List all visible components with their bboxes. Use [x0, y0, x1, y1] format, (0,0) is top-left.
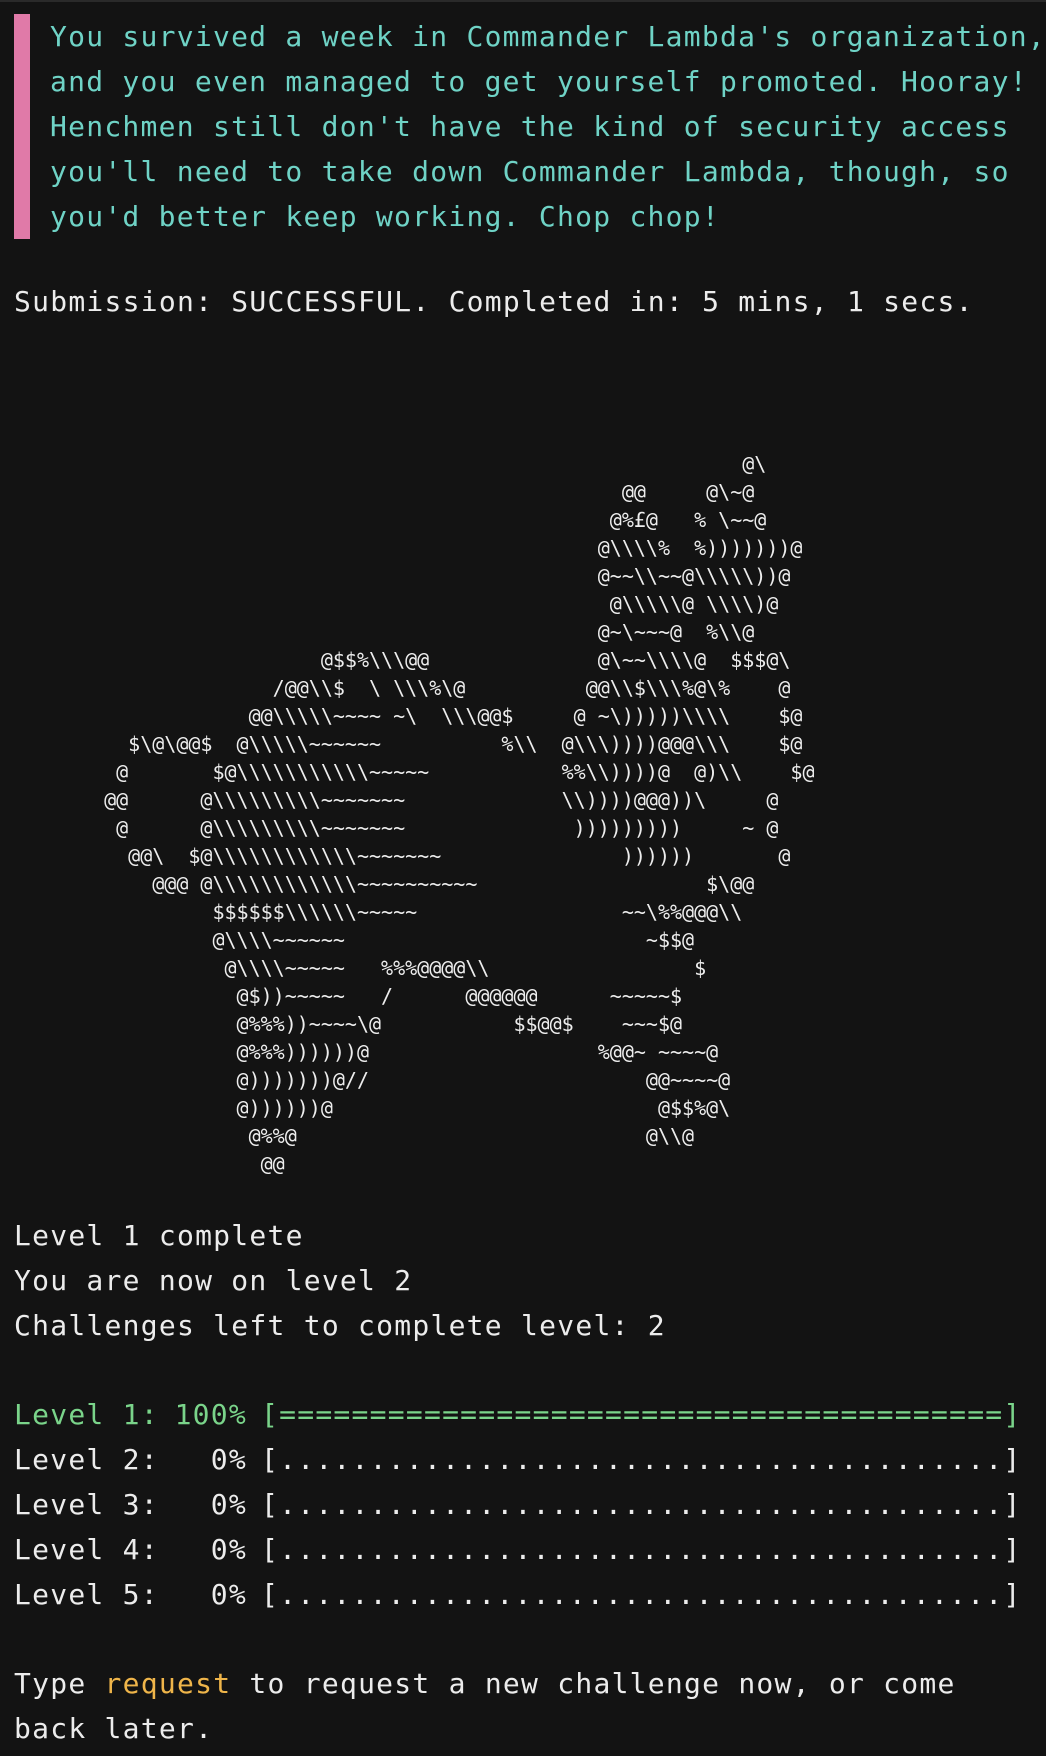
message-line: Henchmen still don't have the kind of se… — [50, 110, 1010, 143]
message-line: you'll need to take down Commander Lambd… — [50, 155, 1010, 188]
level-percent: 0% — [210, 1533, 247, 1566]
level-percent: 0% — [210, 1578, 247, 1611]
level-percent: 0% — [210, 1488, 247, 1521]
progress-bar: [.......................................… — [261, 1488, 1022, 1521]
level-progress-row: Level 3: 0% [...........................… — [14, 1482, 1022, 1527]
submission-result: Submission: SUCCESSFUL. Completed in: 5 … — [14, 285, 974, 318]
level-percent: 0% — [210, 1443, 247, 1476]
progress-bar: [=======================================… — [261, 1398, 1022, 1431]
challenges-left-text: Challenges left to complete level: 2 — [14, 1309, 666, 1342]
level-complete-text: Level 1 complete — [14, 1219, 304, 1252]
message-line: You survived a week in Commander Lambda'… — [50, 20, 1046, 53]
level-label: Level 3: — [14, 1488, 159, 1521]
request-command-link[interactable]: request — [105, 1667, 232, 1700]
ascii-art-bunny: @\ @@ @\~@ @%£@ % \~~@ @\\\\% %)))))))@ — [104, 452, 815, 1176]
level-progress-row: Level 2: 0% [...........................… — [14, 1437, 1022, 1482]
level-label: Level 1: — [14, 1398, 159, 1431]
current-level-text: You are now on level 2 — [14, 1264, 413, 1297]
level-progress-row: Level 5: 0% [...........................… — [14, 1572, 1022, 1617]
message-line: and you even managed to get yourself pro… — [50, 65, 1028, 98]
level-progress-row: Level 1: 100% [=========================… — [14, 1392, 1022, 1437]
level-label: Level 5: — [14, 1578, 159, 1611]
window-top-border — [0, 0, 1046, 2]
level-status: Level 1 complete You are now on level 2 … — [14, 1213, 666, 1348]
level-percent: 100% — [174, 1398, 247, 1431]
level-label: Level 2: — [14, 1443, 159, 1476]
progress-bar: [.......................................… — [261, 1443, 1022, 1476]
progress-bar: [.......................................… — [261, 1578, 1022, 1611]
prompt-text: Type — [14, 1667, 105, 1700]
progress-bar: [.......................................… — [261, 1533, 1022, 1566]
story-message: You survived a week in Commander Lambda'… — [14, 14, 1046, 239]
command-prompt: Type request to request a new challenge … — [14, 1661, 1024, 1751]
message-line: you'd better keep working. Chop chop! — [50, 200, 720, 233]
level-progress-list: Level 1: 100% [=========================… — [14, 1392, 1022, 1617]
level-label: Level 4: — [14, 1533, 159, 1566]
level-progress-row: Level 4: 0% [...........................… — [14, 1527, 1022, 1572]
